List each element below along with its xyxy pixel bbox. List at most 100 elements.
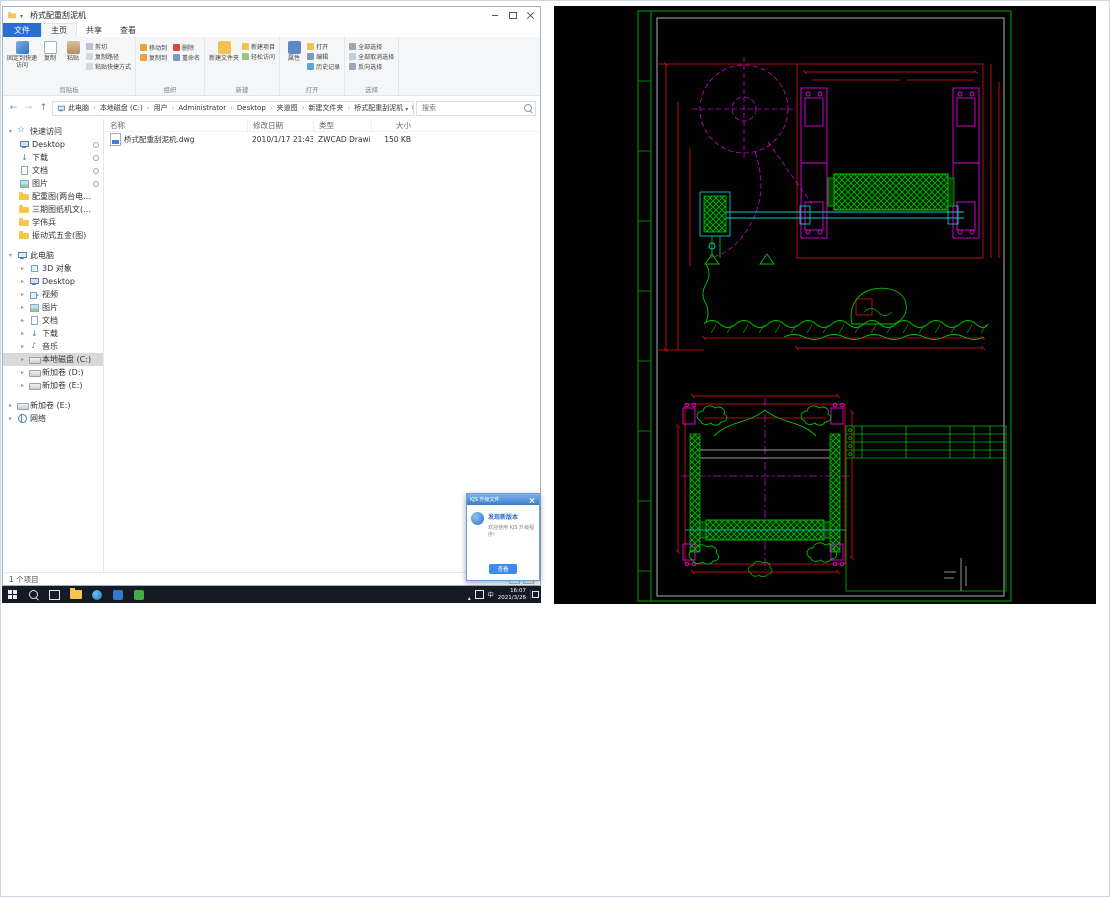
paste-shortcut-button[interactable]: 粘贴快捷方式 [86,62,131,71]
sidebar-item-3d-objects[interactable]: 3D 对象 [3,262,103,275]
column-header-date[interactable]: 修改日期 [247,119,313,131]
sidebar-item-videos[interactable]: 视频 [3,288,103,301]
sidebar-item-volume-d[interactable]: 新加卷 (D:) [3,366,103,379]
sidebar-item-music[interactable]: 音乐 [3,340,103,353]
sidebar-item-documents[interactable]: 文档 [3,164,103,177]
chevron-right-icon[interactable] [19,356,26,363]
up-icon[interactable] [37,102,50,115]
sidebar-item-folder[interactable]: 学伟兵 [3,216,103,229]
copy-to-button[interactable]: 复制到 [140,53,167,62]
tab-file[interactable]: 文件 [3,23,41,37]
invert-selection-button[interactable]: 反向选择 [349,62,394,71]
chevron-right-icon[interactable] [19,343,26,350]
chevron-down-icon[interactable] [7,128,14,135]
sidebar-item-folder[interactable]: 配重图(两台电脑) [3,190,103,203]
sidebar-item-pictures[interactable]: 图片 [3,177,103,190]
properties-button[interactable]: 属性 [284,39,304,63]
copy-path-button[interactable]: 复制路径 [86,52,131,61]
breadcrumb-segment-current[interactable]: 桥式配重刮泥机 [352,103,405,113]
pin-to-quick-access-button[interactable]: 固定到快速访问 [7,39,37,69]
chevron-right-icon[interactable] [19,317,26,324]
chevron-right-icon[interactable] [7,402,14,409]
column-header-size[interactable]: 大小 [371,119,415,131]
sidebar-item-folder[interactable]: 三期图纸机文(格图) [3,203,103,216]
taskbar-search-button[interactable] [23,586,44,603]
sidebar-item-pictures[interactable]: 图片 [3,301,103,314]
sidebar-item-desktop[interactable]: Desktop [3,275,103,288]
maximize-button[interactable] [504,7,522,23]
popup-view-button[interactable]: 查看 [489,564,517,574]
popup-title-bar[interactable]: KJS 升级文件 [467,494,539,505]
sidebar-item-downloads[interactable]: 下载 [3,327,103,340]
select-none-button[interactable]: 全部取消选择 [349,52,394,61]
chevron-right-icon[interactable] [19,369,26,376]
close-button[interactable] [522,7,540,23]
chevron-right-icon[interactable] [19,330,26,337]
tray-expand-icon[interactable] [468,585,471,604]
chevron-right-icon[interactable] [19,304,26,311]
easy-access-button[interactable]: 轻松访问 [242,52,275,61]
breadcrumb-segment[interactable]: 本地磁盘 (C:) [98,103,152,113]
cut-button[interactable]: 剪切 [86,42,131,51]
minimize-button[interactable] [486,7,504,23]
back-icon[interactable] [7,102,20,115]
taskbar-clock[interactable]: 16:07 2021/3/26 [498,588,526,601]
tray-app-icon[interactable] [474,590,484,599]
sidebar-item-local-disk-c[interactable]: 本地磁盘 (C:) [3,353,103,366]
task-view-button[interactable] [44,586,65,603]
tab-home[interactable]: 主页 [41,23,77,37]
breadcrumb[interactable]: 此电脑 本地磁盘 (C:) 用户 Administrator Desktop 夹… [52,100,414,116]
column-header-name[interactable]: 名称 [105,119,247,131]
cad-viewport[interactable] [554,6,1096,604]
chevron-right-icon[interactable] [19,265,26,272]
delete-button[interactable]: 删除 [173,43,200,52]
breadcrumb-segment[interactable]: Desktop [235,104,275,112]
start-button[interactable] [2,586,23,603]
refresh-icon[interactable] [411,104,413,113]
select-all-button[interactable]: 全部选择 [349,42,394,51]
quick-access-toolbar-caret-icon[interactable] [20,11,23,20]
taskbar-app-cad[interactable] [128,586,149,603]
taskbar-app-browser[interactable] [86,586,107,603]
sidebar-item-desktop[interactable]: Desktop [3,138,103,151]
column-header-type[interactable]: 类型 [313,119,371,131]
sidebar-item-volume-e-root[interactable]: 新加卷 (E:) [3,399,103,412]
file-row[interactable]: 桥式配重刮泥机.dwg 2010/1/17 21:43 ZWCAD Drawin… [105,132,540,146]
taskbar-app-office[interactable] [107,586,128,603]
sidebar-item-network[interactable]: 网络 [3,412,103,425]
sidebar-item-quick-access[interactable]: 快速访问 [3,125,103,138]
move-to-button[interactable]: 移动到 [140,43,167,52]
copy-button[interactable]: 复制 [40,39,60,63]
ime-indicator[interactable]: 中 [488,590,494,599]
breadcrumb-segment[interactable]: 用户 [152,103,177,113]
open-button[interactable]: 打开 [307,42,340,51]
search-box[interactable] [416,100,536,116]
action-center-button[interactable] [530,590,539,599]
history-button[interactable]: 历史记录 [307,62,340,71]
breadcrumb-segment[interactable]: 新建文件夹 [306,103,352,113]
sidebar-item-volume-e[interactable]: 新加卷 (E:) [3,379,103,392]
taskbar-app-explorer[interactable] [65,586,86,603]
tab-share[interactable]: 共享 [77,23,111,37]
popup-close-icon[interactable] [528,496,536,504]
edit-button[interactable]: 编辑 [307,52,340,61]
rename-button[interactable]: 重命名 [173,53,200,62]
tab-view[interactable]: 查看 [111,23,145,37]
title-bar[interactable]: 桥式配重刮泥机 [3,7,540,23]
sidebar-item-downloads[interactable]: 下载 [3,151,103,164]
new-item-button[interactable]: 新建项目 [242,42,275,51]
chevron-right-icon[interactable] [19,278,26,285]
breadcrumb-segment[interactable]: 此电脑 [66,103,98,113]
sidebar-item-documents[interactable]: 文档 [3,314,103,327]
chevron-down-icon[interactable] [7,252,14,259]
forward-icon[interactable] [22,102,35,115]
paste-button[interactable]: 粘贴 [63,39,83,63]
chevron-right-icon[interactable] [19,291,26,298]
search-input[interactable] [420,103,524,113]
sidebar-item-this-pc[interactable]: 此电脑 [3,249,103,262]
chevron-right-icon[interactable] [19,382,26,389]
address-dropdown-icon[interactable] [405,104,408,113]
breadcrumb-segment[interactable]: Administrator [176,104,235,112]
breadcrumb-segment[interactable]: 夹道图 [275,103,307,113]
new-folder-button[interactable]: 新建文件夹 [209,39,239,63]
